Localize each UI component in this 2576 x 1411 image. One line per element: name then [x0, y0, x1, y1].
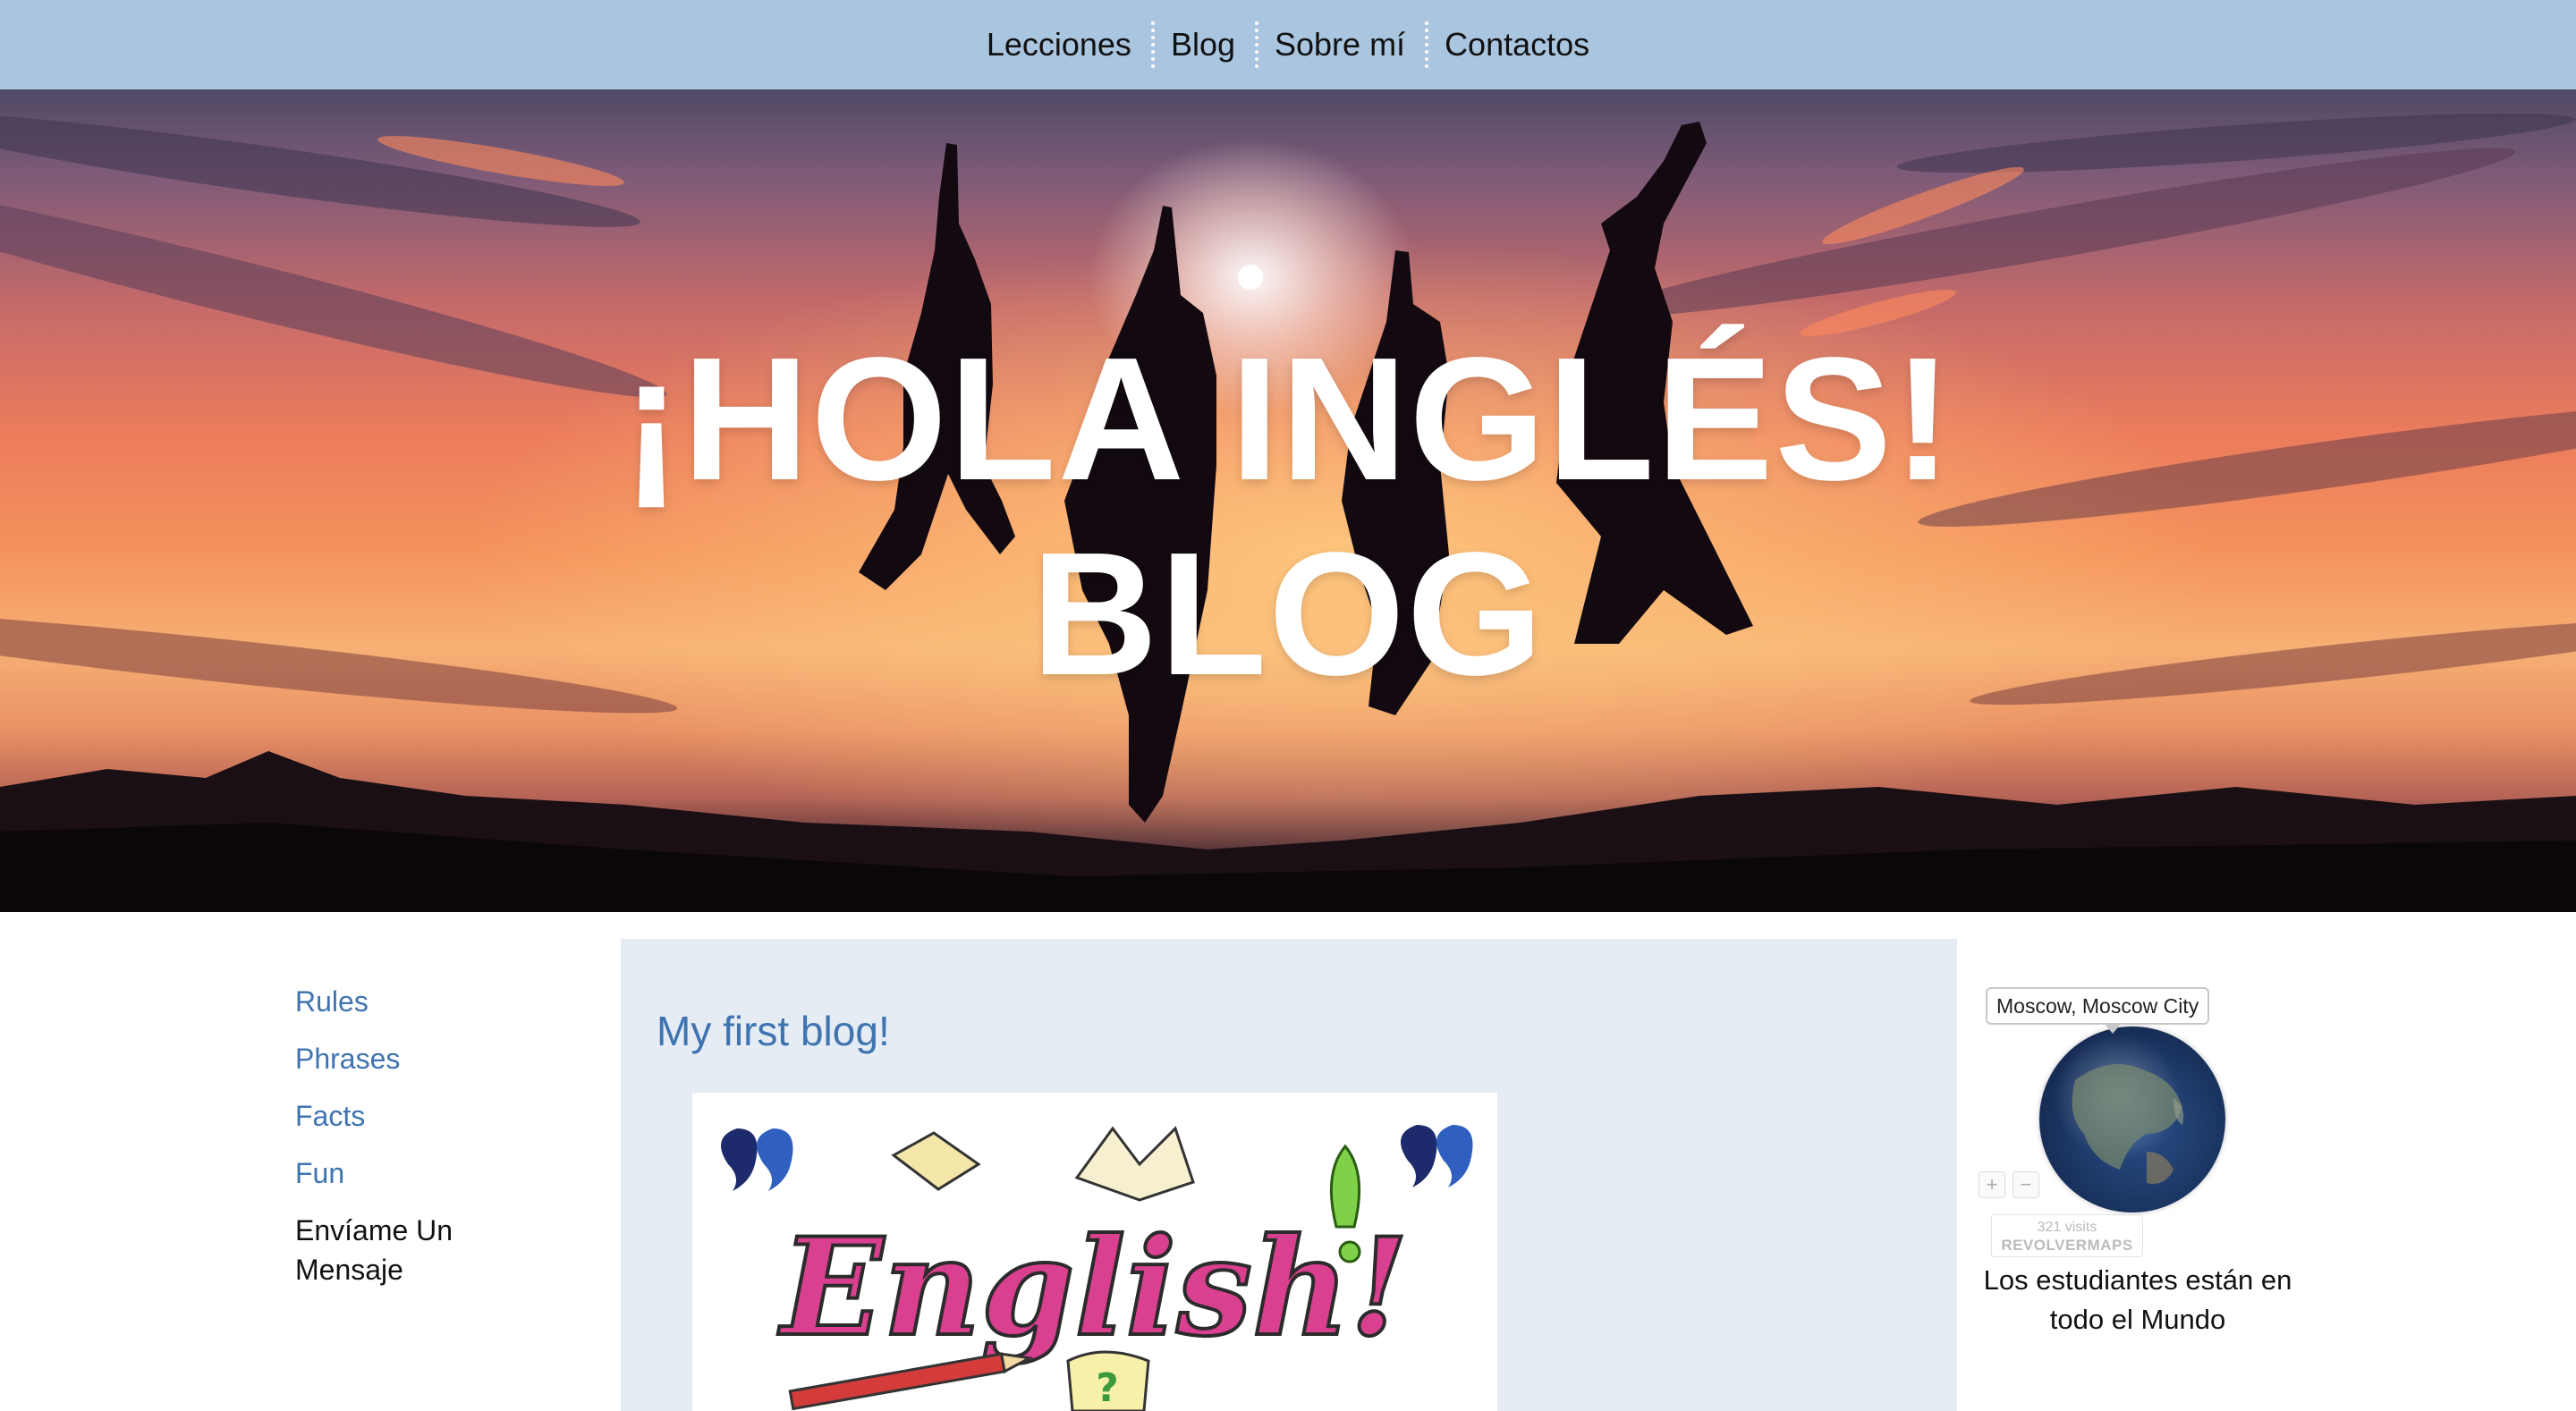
english-illustration: English! ? — [721, 1125, 1473, 1411]
post-image: English! ? — [692, 1093, 1497, 1411]
sidebar-item-rules[interactable]: Rules — [295, 982, 564, 1021]
blog-title-line-2: BLOG — [1030, 516, 1546, 712]
sidebar-item-fun[interactable]: Fun — [295, 1153, 564, 1193]
widget-caption: Los estudiantes están en todo el Mundo — [1983, 1264, 2292, 1335]
blog-title-line-1: ¡HOLA INGLÉS! — [622, 321, 1954, 517]
zoom-in-button[interactable]: + — [1979, 1171, 2005, 1198]
visits-counter[interactable]: 321 visits REVOLVERMAPS — [1991, 1214, 2143, 1257]
revolvermaps-brand: REVOLVERMAPS — [2001, 1237, 2133, 1254]
nav-item-blog[interactable]: Blog — [1150, 21, 1255, 68]
location-tooltip: Moscow, Moscow City — [1986, 987, 2210, 1034]
sidebar-item-phrases[interactable]: Phrases — [295, 1039, 564, 1078]
svg-text:?: ? — [1096, 1365, 1119, 1411]
hero-banner: ¡HOLA INGLÉS! BLOG — [0, 89, 2576, 912]
blog-post-area: My first blog! English! ? — [621, 939, 1957, 1411]
nav-item-lecciones[interactable]: Lecciones — [967, 21, 1151, 68]
top-navigation: Lecciones Blog Sobre mí Contactos — [0, 0, 2576, 89]
english-word: English! — [777, 1209, 1409, 1366]
sidebar-navigation: Rules Phrases Facts Fun Envíame Un Mensa… — [295, 982, 564, 1307]
sidebar-item-facts[interactable]: Facts — [295, 1096, 564, 1136]
sidebar-item-send-message[interactable]: Envíame Un Mensaje — [295, 1211, 564, 1289]
visits-count: 321 visits — [2037, 1220, 2097, 1235]
nav-item-contactos[interactable]: Contactos — [1425, 21, 1609, 68]
nav-item-sobre-mi[interactable]: Sobre mí — [1255, 21, 1425, 68]
blog-title: ¡HOLA INGLÉS! BLOG — [0, 322, 2576, 712]
globe-map[interactable] — [2039, 1027, 2225, 1212]
zoom-out-button[interactable]: − — [2012, 1171, 2039, 1198]
post-title[interactable]: My first blog! — [657, 1007, 890, 1055]
visitor-map-widget: Moscow, Moscow City + − 321 visits REVOL… — [1977, 984, 2299, 1359]
